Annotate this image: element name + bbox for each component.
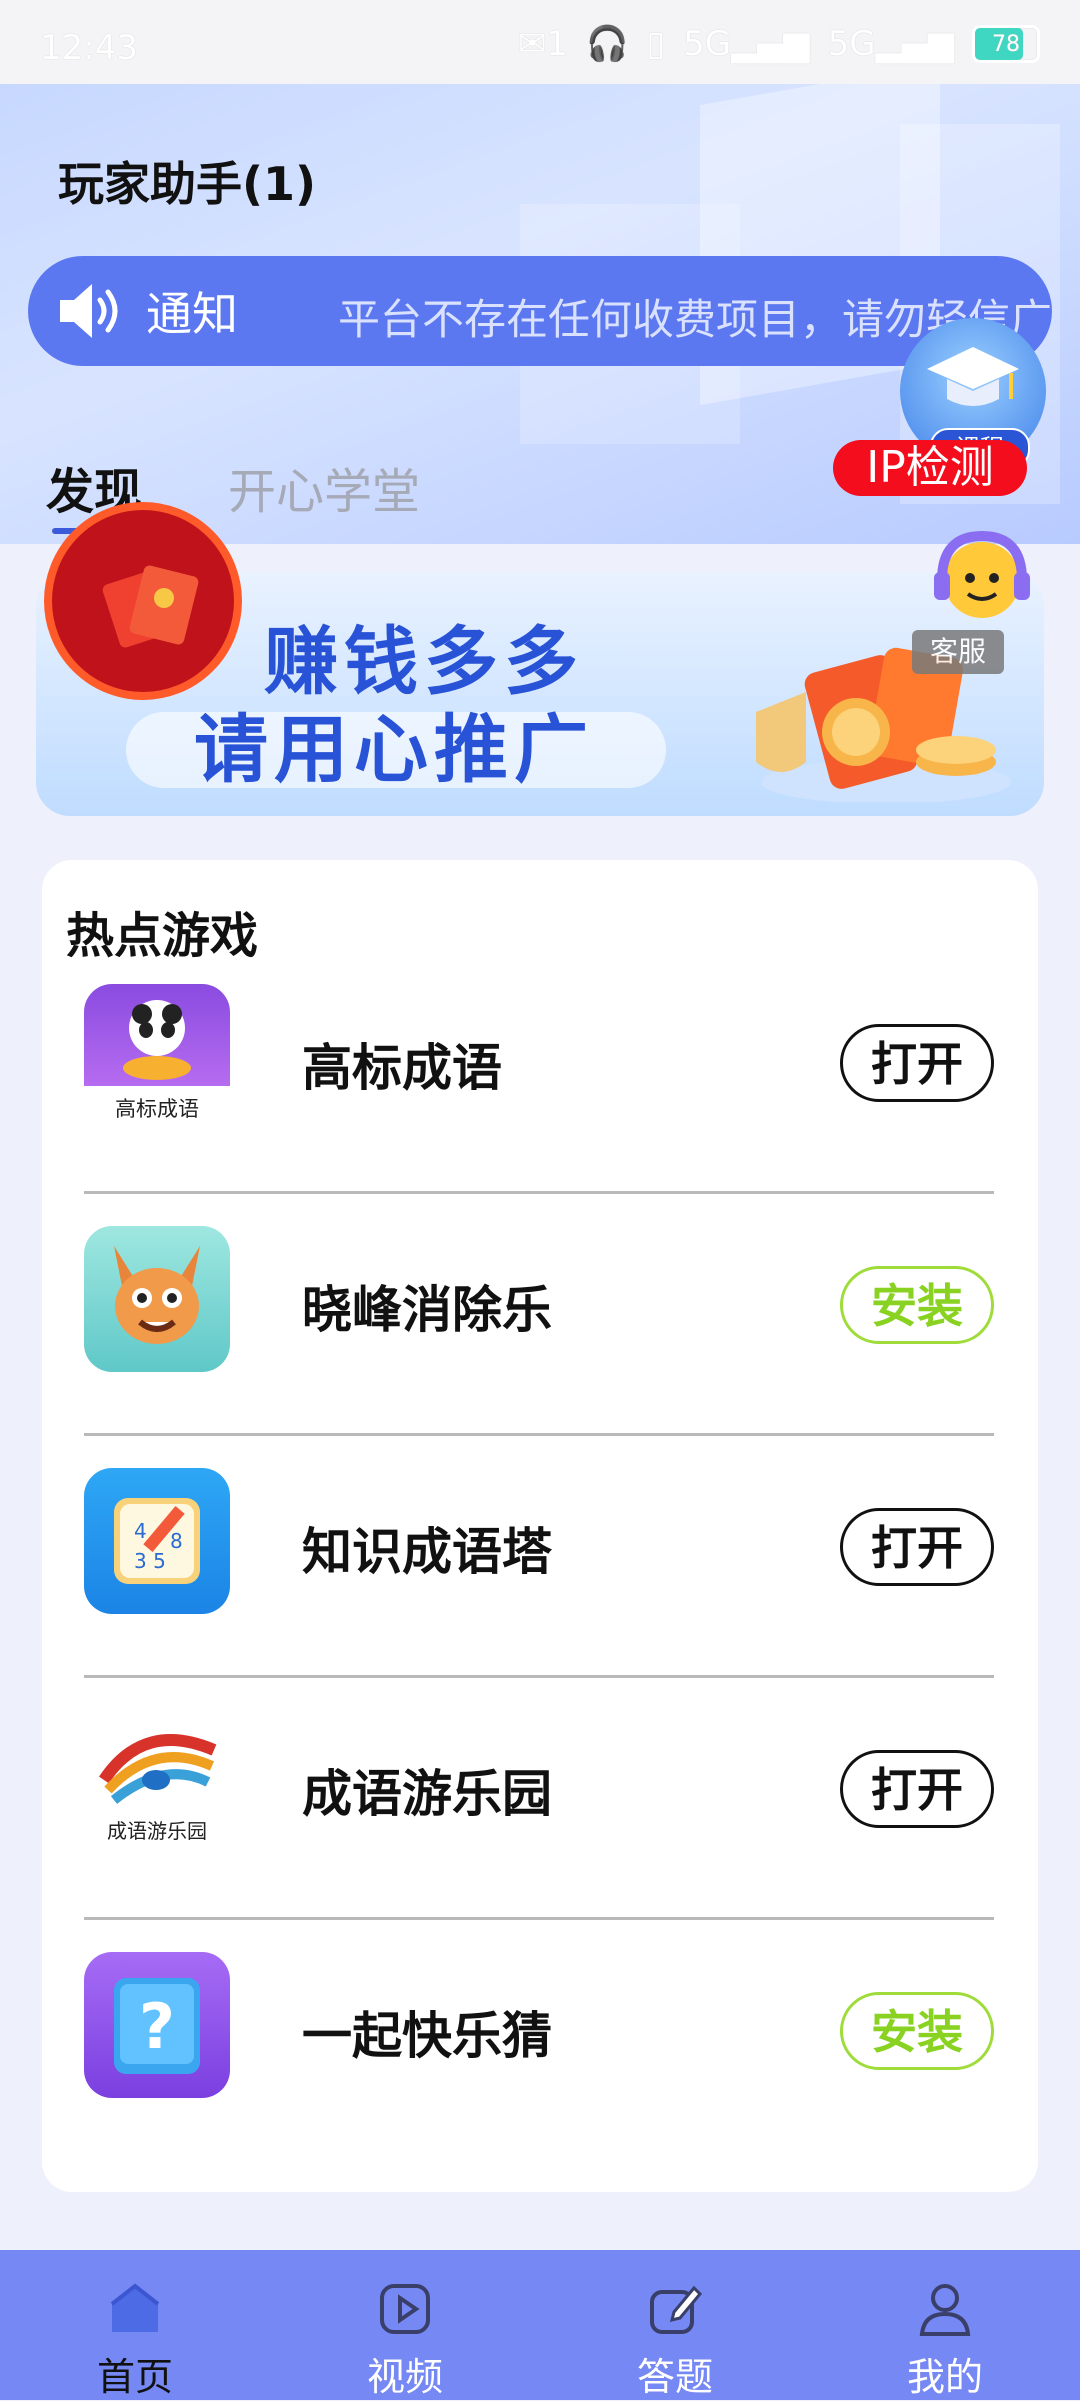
game-icon-gaobiao: 高标成语 bbox=[84, 984, 230, 1130]
svg-text:?: ? bbox=[139, 1990, 175, 2063]
open-button[interactable]: 打开 bbox=[840, 1024, 994, 1102]
speaker-icon bbox=[60, 284, 118, 338]
notice-label: 通知 bbox=[146, 287, 238, 341]
svg-text:4: 4 bbox=[134, 1519, 147, 1543]
game-icon-chengyu-park: 成语游乐园 bbox=[84, 1710, 230, 1856]
vibrate-icon: ▯ bbox=[646, 24, 666, 64]
hot-games-card: 热点游戏 高标成语 高标成语 打开 晓峰消除乐 安装 4 8 3 5 知识成语塔… bbox=[42, 860, 1038, 2192]
home-icon bbox=[110, 2283, 160, 2332]
red-envelope-icon bbox=[102, 565, 199, 648]
battery-icon: 78 bbox=[972, 25, 1040, 63]
install-button[interactable]: 安装 bbox=[840, 1992, 994, 2070]
svg-text:成语游乐园: 成语游乐园 bbox=[107, 1819, 207, 1843]
bottom-navigation: 首页 视频 答题 我的 bbox=[0, 2250, 1080, 2400]
game-name: 成语游乐园 bbox=[302, 1765, 552, 1823]
tab-happy-school[interactable]: 开心学堂 bbox=[228, 452, 420, 522]
open-button[interactable]: 打开 bbox=[840, 1750, 994, 1828]
customer-service-avatar-icon[interactable] bbox=[922, 530, 1042, 630]
game-name: 一起快乐猜 bbox=[302, 2007, 552, 2065]
graduation-cap-icon bbox=[927, 347, 1019, 406]
game-name: 晓峰消除乐 bbox=[302, 1281, 552, 1339]
page-title: 玩家助手(1) bbox=[58, 157, 317, 211]
game-icon-xiaofeng bbox=[84, 1226, 230, 1372]
nav-profile[interactable]: 我的 bbox=[810, 2250, 1080, 2400]
list-item[interactable]: 4 8 3 5 知识成语塔 打开 bbox=[84, 1436, 994, 1678]
list-item[interactable]: 成语游乐园 成语游乐园 打开 bbox=[84, 1678, 994, 1920]
red-packet-floating-button[interactable] bbox=[44, 502, 242, 700]
list-item[interactable]: ? 一起快乐猜 安装 bbox=[84, 1920, 994, 2162]
ip-check-button[interactable]: IP检测 bbox=[833, 440, 1027, 496]
nav-quiz[interactable]: 答题 bbox=[540, 2250, 810, 2400]
open-button[interactable]: 打开 bbox=[840, 1508, 994, 1586]
video-icon bbox=[380, 2284, 430, 2334]
quiz-icon bbox=[650, 2285, 703, 2334]
list-item[interactable]: 高标成语 高标成语 打开 bbox=[84, 952, 994, 1194]
profile-icon bbox=[919, 2284, 971, 2336]
status-time: 12:43 bbox=[40, 28, 138, 68]
svg-text:3 5: 3 5 bbox=[134, 1549, 166, 1573]
game-name: 高标成语 bbox=[302, 1039, 502, 1097]
status-icons: ✉1 🎧 ▯ 5G▂▄▆ 5G▂▄▆ 78 bbox=[518, 24, 1040, 64]
install-button[interactable]: 安装 bbox=[840, 1266, 994, 1344]
customer-service-label[interactable]: 客服 bbox=[912, 630, 1004, 674]
banner-line2: 请用心推广 bbox=[194, 707, 594, 793]
message-notification-icon: ✉1 bbox=[517, 24, 569, 64]
headphones-icon: 🎧 bbox=[586, 24, 629, 64]
signal-icon: 5G▂▄▆ bbox=[683, 24, 810, 64]
nav-video[interactable]: 视频 bbox=[270, 2250, 540, 2400]
game-icon-zhishi: 4 8 3 5 bbox=[84, 1468, 230, 1614]
signal-icon-2: 5G▂▄▆ bbox=[827, 24, 954, 64]
list-item[interactable]: 晓峰消除乐 安装 bbox=[84, 1194, 994, 1436]
game-name: 知识成语塔 bbox=[302, 1523, 552, 1581]
status-bar: 12:43 ✉1 🎧 ▯ 5G▂▄▆ 5G▂▄▆ 78 bbox=[0, 0, 1080, 84]
svg-text:高标成语: 高标成语 bbox=[115, 1097, 199, 1121]
game-icon-yiqi: ? bbox=[84, 1952, 230, 2098]
svg-text:8: 8 bbox=[170, 1529, 183, 1553]
notice-bar[interactable]: 通知 平台不存在任何收费项目，请勿轻信广 bbox=[28, 256, 1052, 366]
nav-home[interactable]: 首页 bbox=[0, 2250, 270, 2400]
